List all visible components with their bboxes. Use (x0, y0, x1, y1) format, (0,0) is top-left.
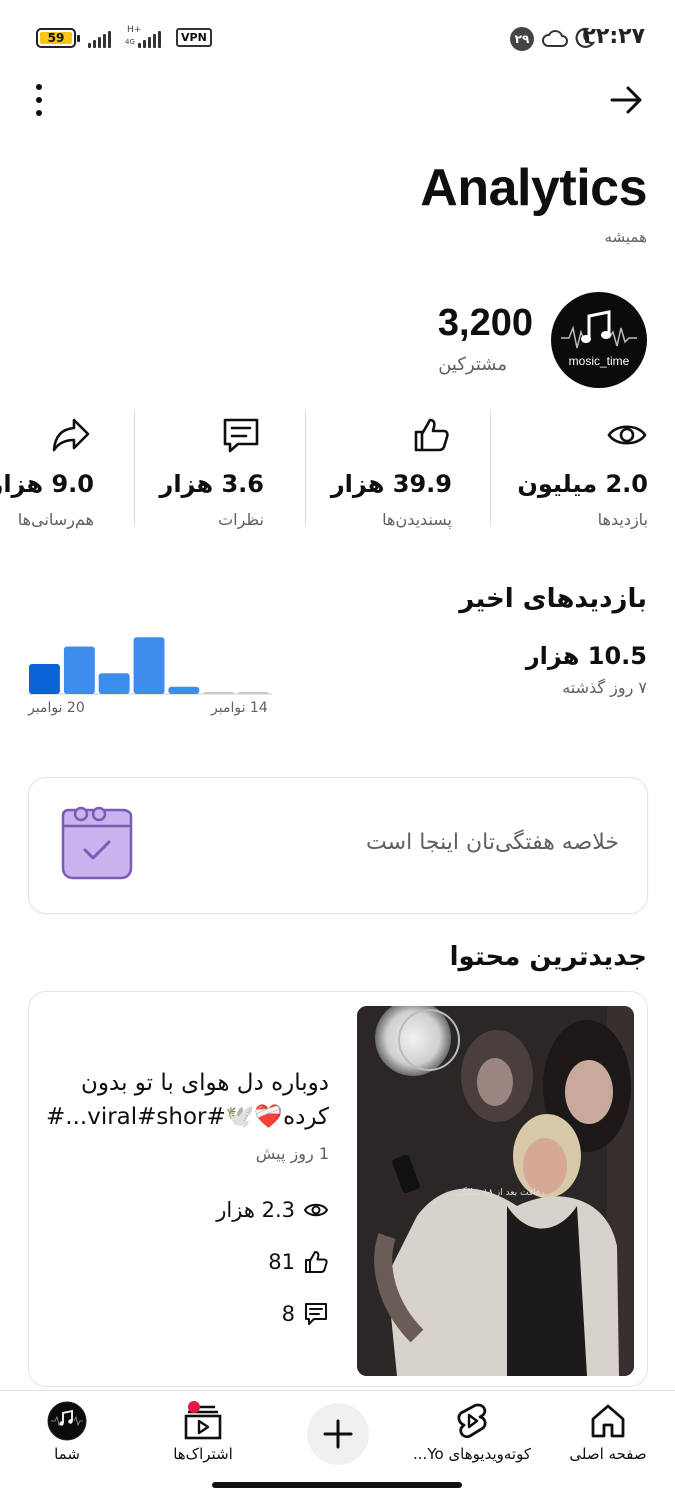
video-comments-value: 8 (281, 1302, 295, 1326)
subscriptions-icon (184, 1401, 222, 1440)
recent-views-period: ۷ روز گذشته (562, 678, 647, 697)
subscribers-label: مشترکین (438, 354, 507, 375)
video-views-stat: 2.3 هزار (216, 1196, 329, 1224)
divider (305, 410, 306, 526)
video-likes-stat: 81 (268, 1248, 329, 1276)
signal-icon (88, 30, 111, 48)
chart-bar[interactable] (133, 637, 165, 694)
axis-label-start: 14 نوامبر (211, 700, 268, 716)
plus-icon (323, 1419, 353, 1449)
video-title-line-2: کرده❤️‍🩹🕊️#viral#shor...# (45, 1104, 329, 1130)
metric-likes[interactable]: 39.9 هزار پسندیدن‌ها (306, 408, 452, 529)
chart-bar[interactable] (29, 664, 60, 694)
metric-comments[interactable]: 3.6 هزار نظرات (150, 408, 264, 529)
comment-icon (223, 418, 259, 453)
metric-label: بازدیدها (597, 510, 648, 529)
metric-value: 3.6 هزار (159, 470, 264, 498)
video-comments-stat: 8 (282, 1300, 329, 1328)
axis-label-end: 20 نوامبر (28, 700, 85, 716)
video-views-value: 2.3 هزار (216, 1198, 295, 1222)
back-arrow-icon[interactable] (606, 80, 646, 120)
video-title[interactable]: دوباره دل هوای با تو بدون کرده❤️‍🩹🕊️#vir… (45, 1066, 329, 1134)
nav-label: اشتراک‌ها (173, 1445, 233, 1463)
eye-icon (607, 425, 647, 445)
divider (134, 410, 135, 526)
eye-icon (303, 1203, 329, 1217)
video-thumbnail[interactable]: رفاقت بعد از ۱۸ سالگی... (357, 1006, 634, 1376)
metric-shares[interactable]: 9.0 هزار هم‌رسانی‌ها (0, 408, 94, 529)
page-title: Analytics (420, 159, 647, 217)
status-bar: 59 H+ 4G VPN ۲۹ ۲۲:۲۷ (0, 22, 675, 56)
channel-avatar[interactable]: mosic_time (551, 292, 647, 388)
nav-shorts[interactable]: کوته‌ویدیوهای Yo... (407, 1391, 537, 1481)
nav-subscriptions[interactable]: اشتراک‌ها (138, 1391, 268, 1481)
metric-views[interactable]: 2.0 میلیون بازدیدها (490, 408, 648, 529)
signal-icon-2 (138, 30, 161, 48)
more-options-icon[interactable] (30, 84, 48, 116)
divider (490, 410, 491, 526)
nav-label: کوته‌ویدیوهای Yo... (413, 1445, 531, 1463)
music-note-icon (561, 310, 637, 349)
vpn-badge: VPN (176, 28, 212, 47)
chart-bar[interactable] (203, 692, 235, 694)
battery-percent: 59 (47, 31, 65, 45)
comment-icon (305, 1303, 327, 1325)
chart-bar[interactable] (168, 686, 200, 694)
battery-icon: 59 (36, 28, 80, 48)
home-indicator (212, 1482, 462, 1488)
nav-label: صفحه اصلی (569, 1445, 647, 1463)
chart-bar[interactable] (63, 646, 95, 695)
share-icon (52, 418, 90, 452)
recent-views-value: 10.5 هزار (525, 642, 647, 670)
metric-value: 39.9 هزار (330, 470, 452, 498)
network-subtype: 4G (125, 38, 135, 46)
nav-you[interactable]: شما (2, 1391, 132, 1481)
thumbs-up-icon (305, 1251, 328, 1273)
metric-label: پسندیدن‌ها (382, 510, 452, 529)
weekly-summary-card[interactable]: خلاصه هفتگی‌تان اینجا است (28, 777, 648, 914)
recent-views-title: بازدیدهای اخیر (459, 584, 647, 614)
chart-bar[interactable] (98, 673, 130, 694)
home-icon (591, 1404, 625, 1438)
create-button[interactable] (307, 1403, 369, 1465)
weekly-summary-text: خلاصه هفتگی‌تان اینجا است (366, 830, 619, 855)
video-title-line-1: دوباره دل هوای با تو بدون (81, 1070, 329, 1096)
shorts-icon (457, 1403, 487, 1439)
thumbnail-caption: رفاقت بعد از ۱۸ سالگی... (446, 1188, 545, 1198)
calendar-check-icon (61, 806, 133, 880)
nav-home[interactable]: صفحه اصلی (543, 1391, 673, 1481)
avatar-icon (47, 1401, 87, 1441)
video-likes-value: 81 (268, 1250, 295, 1274)
avatar-label: mosic_time (568, 354, 630, 368)
metric-label: نظرات (218, 510, 264, 529)
latest-content-title: جدیدترین محتوا (449, 942, 647, 972)
metric-value: 9.0 هزار (0, 470, 94, 498)
cloud-icon (542, 30, 568, 47)
video-age: 1 روز پیش (255, 1144, 329, 1163)
period-selector[interactable]: همیشه (604, 228, 647, 246)
nav-label: شما (54, 1445, 80, 1463)
subscribers-count: 3,200 (437, 302, 533, 344)
notification-count-badge: ۲۹ (510, 27, 534, 51)
thumbs-up-icon (414, 418, 449, 452)
chart-bar[interactable] (238, 692, 269, 694)
clock: ۲۲:۲۷ (582, 24, 645, 49)
metric-value: 2.0 میلیون (517, 470, 648, 498)
metric-label: هم‌رسانی‌ها (17, 510, 94, 529)
